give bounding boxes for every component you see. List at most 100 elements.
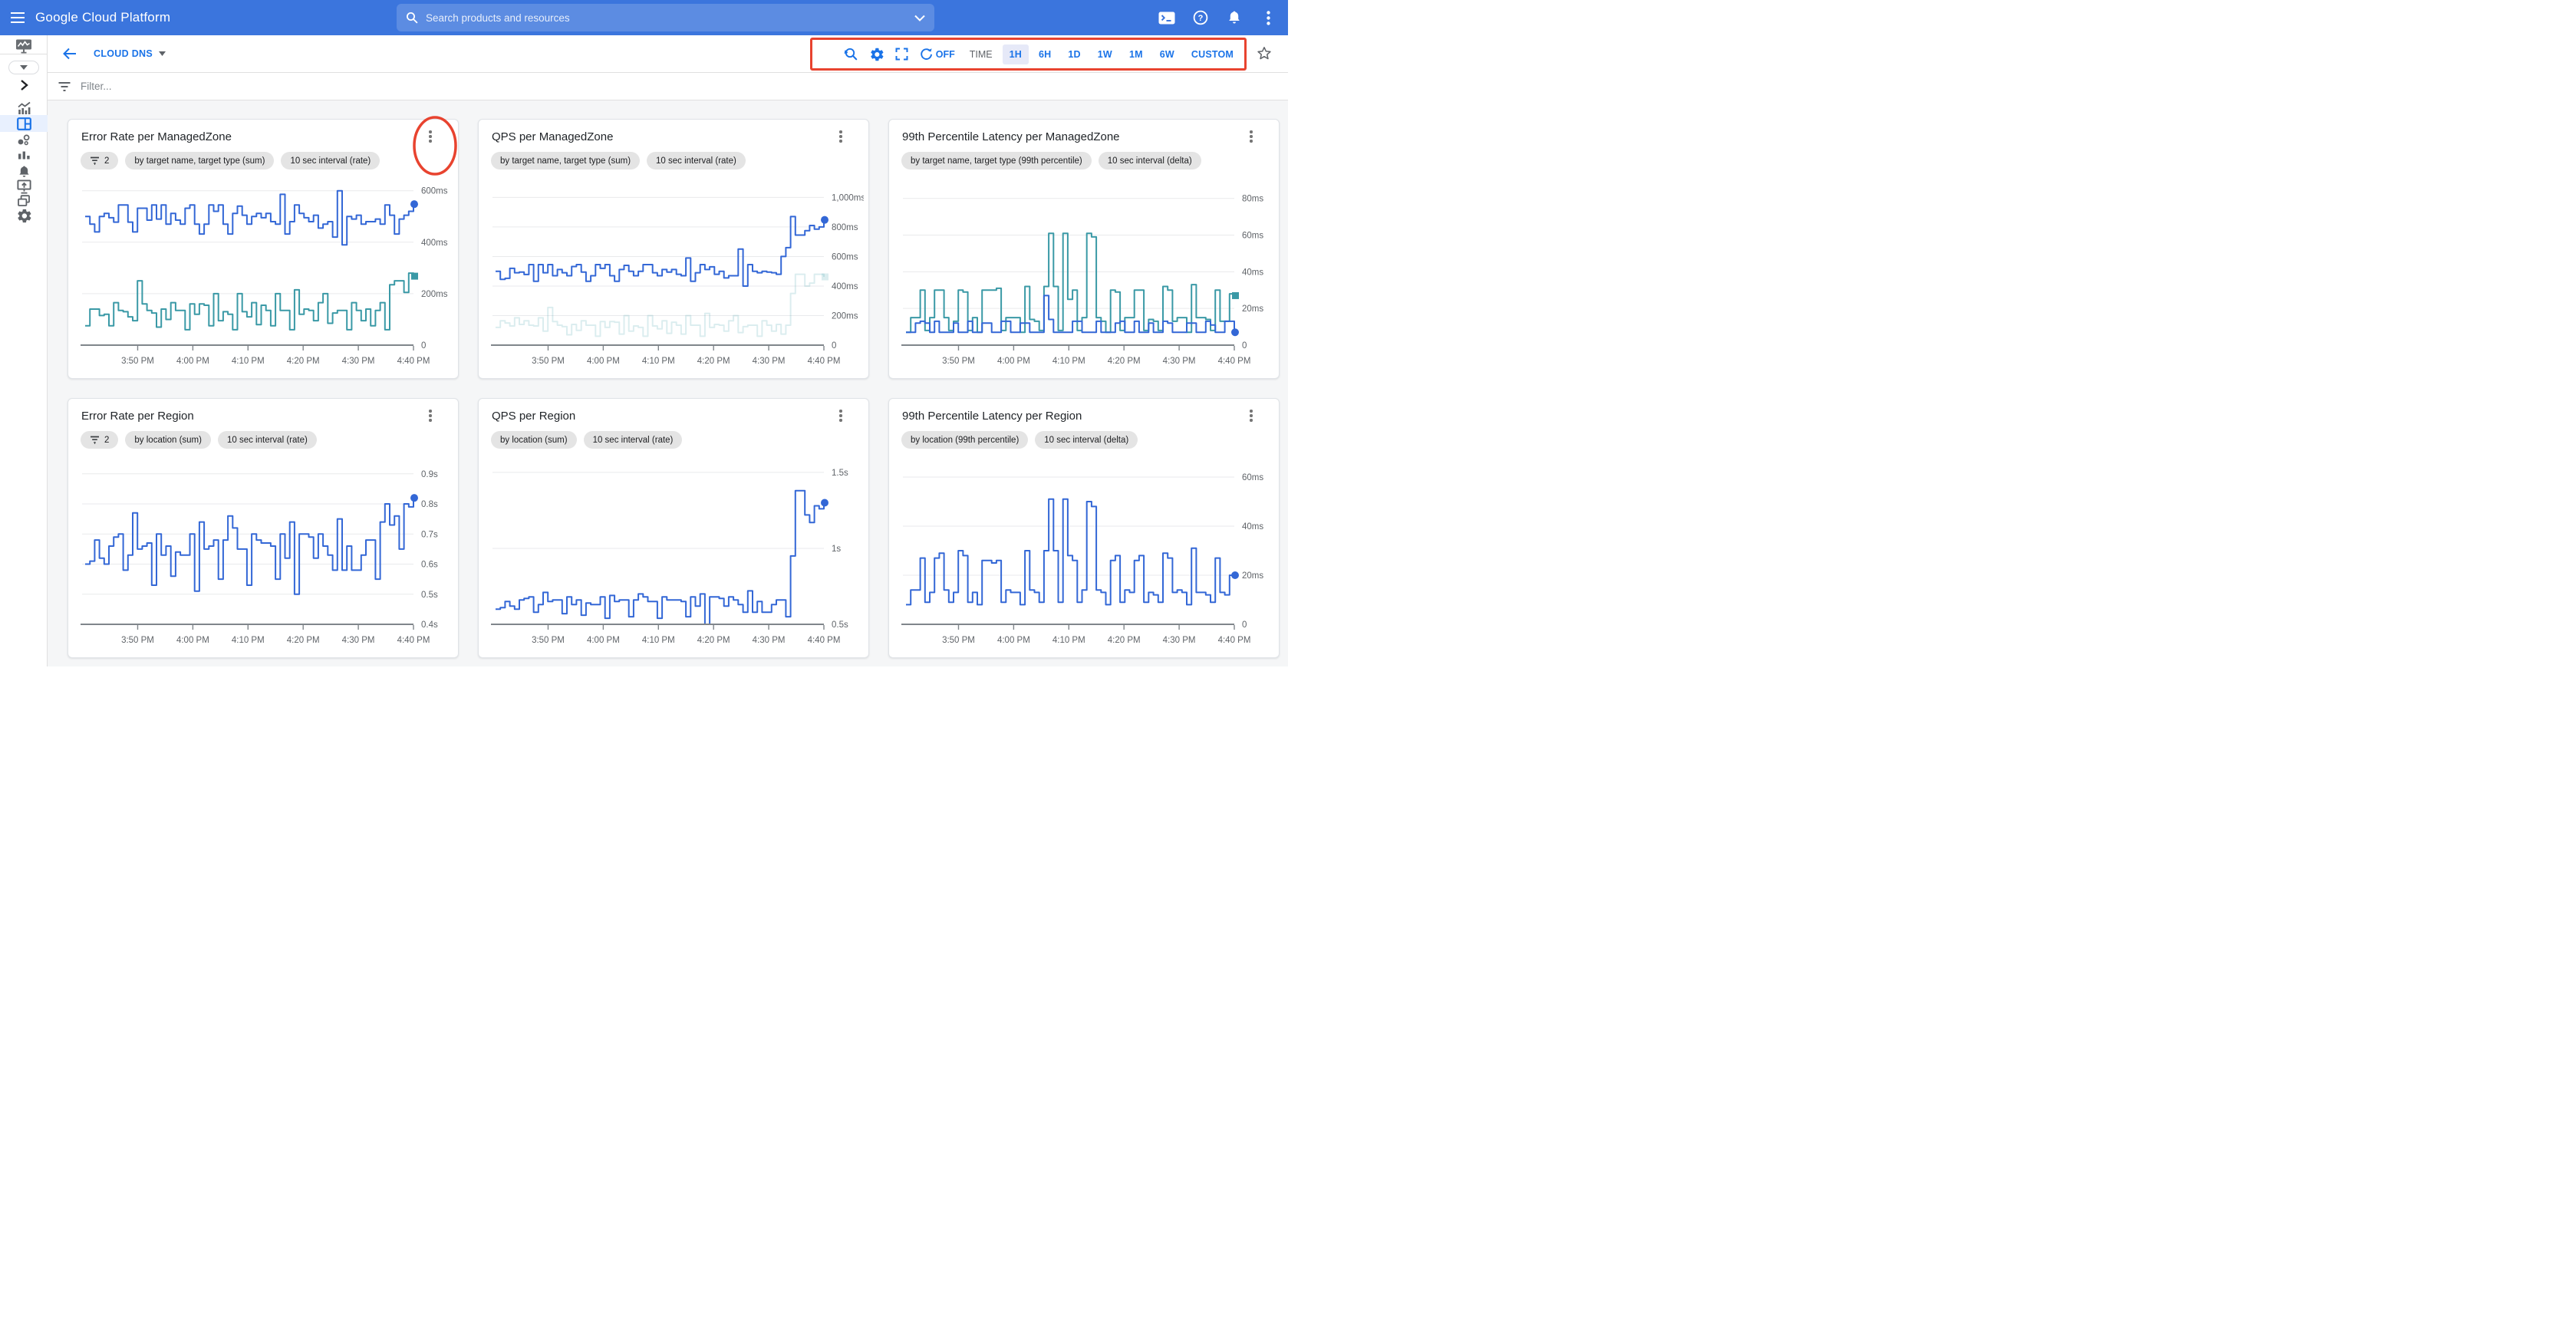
- chart-menu-icon[interactable]: [835, 408, 847, 423]
- aggregation-chip[interactable]: by location (99th percentile): [901, 431, 1028, 449]
- svg-text:0: 0: [832, 341, 836, 351]
- time-range-6w[interactable]: 6W: [1153, 44, 1181, 64]
- aggregation-chip[interactable]: 10 sec interval (rate): [647, 152, 746, 170]
- svg-text:3:50 PM: 3:50 PM: [532, 636, 565, 645]
- time-range-1h[interactable]: 1H: [1003, 44, 1029, 64]
- sidebar-item-dashboards[interactable]: [0, 115, 48, 132]
- sidebar: [0, 35, 48, 666]
- chart-title: 99th Percentile Latency per Region: [902, 410, 1082, 423]
- time-range-1m[interactable]: 1M: [1122, 44, 1150, 64]
- svg-text:0.7s: 0.7s: [421, 530, 438, 539]
- chart-menu-icon[interactable]: [835, 129, 847, 144]
- time-range-custom[interactable]: CUSTOM: [1184, 44, 1240, 64]
- chart-menu-icon[interactable]: [1245, 408, 1257, 423]
- svg-text:0: 0: [421, 341, 426, 351]
- back-button[interactable]: [60, 44, 80, 64]
- menu-icon[interactable]: [0, 0, 35, 35]
- chevron-down-icon[interactable]: [914, 15, 925, 21]
- aggregation-chip[interactable]: by target name, target type (99th percen…: [901, 152, 1092, 170]
- time-range-1w[interactable]: 1W: [1091, 44, 1119, 64]
- svg-text:0.9s: 0.9s: [421, 470, 438, 479]
- svg-text:60ms: 60ms: [1242, 232, 1263, 241]
- search-input[interactable]: Search products and resources: [397, 4, 934, 31]
- svg-text:0: 0: [1242, 341, 1247, 351]
- fullscreen-icon[interactable]: [894, 47, 910, 62]
- aggregation-chip[interactable]: 10 sec interval (rate): [218, 431, 317, 449]
- chart-title: QPS per ManagedZone: [492, 130, 613, 143]
- chevron-down-icon: [20, 65, 28, 70]
- svg-text:20ms: 20ms: [1242, 304, 1263, 314]
- svg-text:4:00 PM: 4:00 PM: [997, 636, 1030, 645]
- chart-menu-icon[interactable]: [1245, 129, 1257, 144]
- chart-title: Error Rate per ManagedZone: [81, 130, 232, 143]
- auto-refresh-state: OFF: [936, 49, 955, 60]
- chart-menu-icon[interactable]: [424, 129, 436, 144]
- sidebar-item-metrics-explorer[interactable]: [0, 100, 48, 117]
- svg-text:4:00 PM: 4:00 PM: [587, 357, 620, 366]
- svg-text:4:00 PM: 4:00 PM: [176, 357, 209, 366]
- chart-plot: 3:50 PM4:00 PM4:10 PM4:20 PM4:30 PM4:40 …: [898, 179, 1274, 373]
- aggregation-chip[interactable]: 10 sec interval (rate): [281, 152, 380, 170]
- svg-text:600ms: 600ms: [421, 187, 448, 196]
- svg-text:0.5s: 0.5s: [421, 591, 438, 600]
- svg-text:4:30 PM: 4:30 PM: [1163, 636, 1196, 645]
- auto-refresh-toggle[interactable]: OFF: [920, 48, 955, 61]
- aggregation-chip[interactable]: by target name, target type (sum): [491, 152, 640, 170]
- svg-text:3:50 PM: 3:50 PM: [532, 357, 565, 366]
- svg-text:3:50 PM: 3:50 PM: [121, 636, 154, 645]
- aggregation-chip[interactable]: 10 sec interval (delta): [1099, 152, 1201, 170]
- series-end-dot: [1231, 328, 1239, 336]
- chart-plot: 3:50 PM4:00 PM4:10 PM4:20 PM4:30 PM4:40 …: [488, 179, 864, 373]
- svg-text:4:20 PM: 4:20 PM: [697, 357, 730, 366]
- svg-text:4:40 PM: 4:40 PM: [1218, 636, 1251, 645]
- filter-input[interactable]: Filter...: [81, 81, 1288, 92]
- sidebar-item-services[interactable]: [0, 132, 48, 149]
- svg-text:4:10 PM: 4:10 PM: [232, 636, 265, 645]
- chart-chips: by location (sum) 10 sec interval (rate): [491, 431, 682, 449]
- aggregation-chip[interactable]: 10 sec interval (delta): [1035, 431, 1138, 449]
- monitoring-logo-icon[interactable]: [0, 38, 48, 54]
- more-vert-icon[interactable]: [1259, 8, 1277, 27]
- help-icon[interactable]: ?: [1191, 8, 1210, 27]
- time-label: TIME: [970, 49, 993, 60]
- sidebar-item-settings[interactable]: [0, 207, 48, 224]
- chart-toolbar: OFF TIME 1H6H1D1W1M6WCUSTOM: [844, 35, 1240, 73]
- svg-text:1.5s: 1.5s: [832, 469, 848, 478]
- svg-text:4:00 PM: 4:00 PM: [176, 636, 209, 645]
- page-header: CLOUD DNS OFF TIME 1H6H1D1W1M6WCUSTOM: [48, 35, 1288, 73]
- series-end-square: [411, 273, 418, 280]
- time-range-6h[interactable]: 6H: [1032, 44, 1058, 64]
- breadcrumb[interactable]: CLOUD DNS: [94, 48, 153, 59]
- cloud-shell-icon[interactable]: [1158, 8, 1176, 27]
- filter-icon: [90, 436, 100, 444]
- time-range-1d[interactable]: 1D: [1061, 44, 1087, 64]
- svg-text:60ms: 60ms: [1242, 473, 1263, 482]
- series-end-square: [822, 274, 828, 281]
- filter-count-chip[interactable]: 2: [81, 152, 118, 170]
- svg-text:200ms: 200ms: [421, 290, 448, 299]
- expand-panel-icon[interactable]: [0, 77, 48, 94]
- svg-text:3:50 PM: 3:50 PM: [942, 357, 975, 366]
- breadcrumb-caret-icon[interactable]: [159, 51, 166, 56]
- aggregation-chip[interactable]: by location (sum): [491, 431, 577, 449]
- aggregation-chip[interactable]: by location (sum): [125, 431, 211, 449]
- aggregation-chip[interactable]: by target name, target type (sum): [125, 152, 274, 170]
- workspace-selector[interactable]: [8, 61, 39, 74]
- filter-count-chip[interactable]: 2: [81, 431, 118, 449]
- notifications-icon[interactable]: [1225, 8, 1244, 27]
- settings-gear-icon[interactable]: [869, 47, 884, 62]
- aggregation-chip[interactable]: 10 sec interval (rate): [584, 431, 683, 449]
- svg-text:20ms: 20ms: [1242, 571, 1263, 581]
- sidebar-item-reports[interactable]: [0, 147, 48, 164]
- svg-text:3:50 PM: 3:50 PM: [942, 636, 975, 645]
- svg-text:0.8s: 0.8s: [421, 500, 438, 509]
- app-title[interactable]: Google Cloud Platform: [35, 10, 170, 25]
- favorite-star-icon[interactable]: [1256, 45, 1273, 62]
- app-header: Google Cloud Platform Search products an…: [0, 0, 1288, 35]
- auto-refresh-icon: [920, 48, 933, 61]
- chart-menu-icon[interactable]: [424, 408, 436, 423]
- svg-text:4:30 PM: 4:30 PM: [1163, 357, 1196, 366]
- svg-text:4:00 PM: 4:00 PM: [587, 636, 620, 645]
- zoom-reset-icon[interactable]: [844, 47, 859, 62]
- svg-text:800ms: 800ms: [832, 223, 858, 232]
